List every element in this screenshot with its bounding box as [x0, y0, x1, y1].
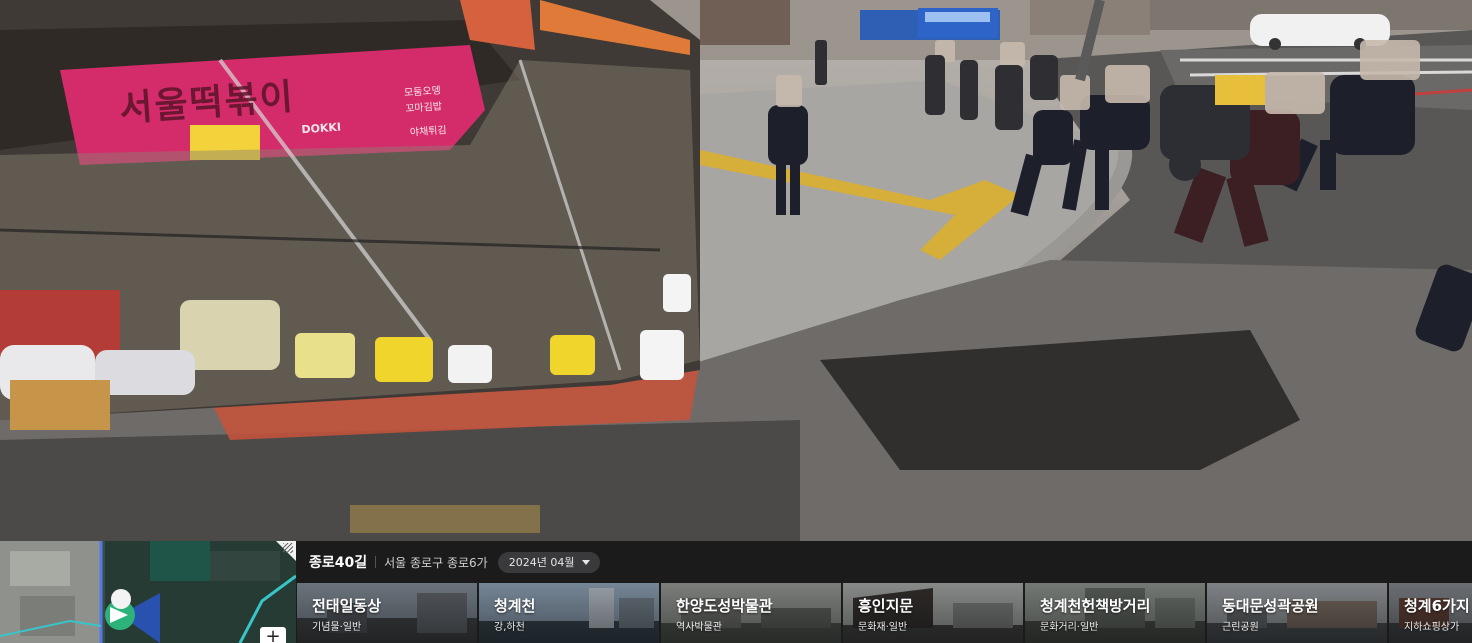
- expand-icon: [283, 543, 293, 553]
- minimap[interactable]: +: [0, 541, 296, 643]
- place-title: 청계천헌책방거리: [1040, 597, 1151, 615]
- place-category: 기념물·일반: [312, 622, 362, 633]
- street-view-panorama[interactable]: 서울떡볶이 DOKKI 모둠오뎅 꼬마김밥 야채튀김: [0, 0, 1472, 541]
- place-title: 청계천: [494, 597, 536, 615]
- place-category: 강,하천: [494, 622, 525, 633]
- place-card[interactable]: 전태일동상 기념물·일반: [297, 583, 477, 643]
- place-card[interactable]: 청계천헌책방거리 문화거리·일반: [1025, 583, 1205, 643]
- place-title: 한양도성박물관: [676, 597, 773, 615]
- location-info: 종로40길 서울 종로구 종로6가 2024년 04월: [296, 541, 1472, 583]
- bottom-panel: + 종로40길 서울 종로구 종로6가 2024년 04월 전태일동상 기념물·…: [0, 541, 1472, 643]
- place-title: 전태일동상: [312, 597, 382, 615]
- place-card[interactable]: 동대문성곽공원 근린공원: [1207, 583, 1387, 643]
- place-title: 청계6가지: [1404, 597, 1470, 615]
- shop-sign-menu-1: 모둠오뎅: [403, 85, 442, 99]
- place-category: 역사박물관: [676, 622, 722, 633]
- shop-sign-title: 서울떡볶이: [118, 76, 297, 130]
- place-title: 동대문성곽공원: [1222, 597, 1319, 615]
- place-category: 문화거리·일반: [1040, 622, 1099, 633]
- chevron-down-icon: [582, 559, 591, 565]
- capture-date-dropdown[interactable]: 2024년 04월: [497, 551, 601, 573]
- place-category: 문화재·일반: [858, 622, 908, 633]
- shop-sign-subtitle: DOKKI: [301, 120, 342, 137]
- zoom-in-button[interactable]: +: [260, 627, 286, 643]
- place-category: 지하쇼핑상가: [1404, 622, 1460, 633]
- place-card[interactable]: 흥인지문 문화재·일반: [843, 583, 1023, 643]
- location-address: 서울 종로구 종로6가: [384, 555, 488, 570]
- location-name: 종로40길: [309, 555, 368, 571]
- capture-date-label: 2024년 04월: [508, 556, 575, 569]
- place-card[interactable]: 청계6가지 지하쇼핑상가: [1389, 583, 1472, 643]
- nearby-places-carousel: 전태일동상 기념물·일반 청계천 강,하천 한양도성박물관 역사박물관 흥인지문…: [297, 583, 1472, 643]
- place-category: 근린공원: [1222, 622, 1259, 633]
- place-card[interactable]: 청계천 강,하천: [479, 583, 659, 643]
- view-direction-marker: [105, 589, 160, 643]
- place-title: 흥인지문: [858, 597, 914, 615]
- divider: [375, 556, 377, 568]
- shop-sign-menu-3: 야채튀김: [409, 125, 448, 139]
- shop-sign-menu-2: 꼬마김밥: [404, 101, 443, 115]
- place-card[interactable]: 한양도성박물관 역사박물관: [661, 583, 841, 643]
